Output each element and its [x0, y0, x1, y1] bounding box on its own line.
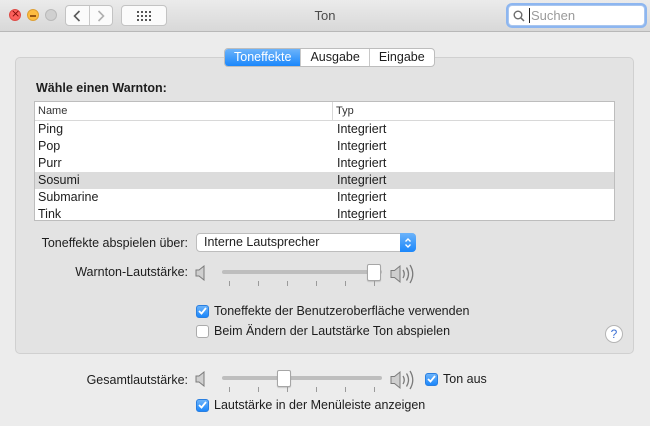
column-header-type[interactable]: Typ [333, 102, 354, 120]
row-type: Integriert [337, 173, 387, 187]
row-type: Integriert [337, 156, 387, 170]
table-row[interactable]: Ping Integriert [35, 121, 614, 138]
alert-sound-heading: Wähle einen Warnton: [36, 81, 167, 95]
checkmark-icon [425, 372, 438, 386]
table-row[interactable]: Tink Integriert [35, 206, 614, 221]
row-type: Integriert [337, 190, 387, 204]
table-row[interactable]: Purr Integriert [35, 155, 614, 172]
tab-sound-effects[interactable]: Toneffekte [225, 49, 301, 66]
speaker-low-icon [195, 371, 205, 387]
alert-volume-slider-knob[interactable] [367, 264, 381, 281]
tab-output[interactable]: Ausgabe [300, 49, 368, 66]
table-row-selected[interactable]: Sosumi Integriert [35, 172, 614, 189]
speaker-high-icon [390, 264, 414, 284]
row-name: Tink [38, 207, 62, 221]
tab-input[interactable]: Eingabe [368, 49, 434, 66]
row-name: Purr [38, 156, 62, 170]
ui-sound-effects-checkbox[interactable]: Toneffekte der Benutzeroberfläche verwen… [196, 304, 470, 318]
volume-feedback-checkbox[interactable]: Beim Ändern der Lautstärke Ton abspielen [196, 324, 450, 338]
output-device-label: Toneffekte abspielen über: [41, 236, 188, 250]
output-device-select[interactable]: Interne Lautsprecher [196, 233, 416, 252]
main-volume-slider[interactable] [222, 376, 382, 380]
ui-sound-effects-label: Toneffekte der Benutzeroberfläche verwen… [214, 304, 470, 318]
table-header: Name Typ [35, 102, 614, 121]
output-device-value: Interne Lautsprecher [204, 235, 320, 249]
row-name: Submarine [38, 190, 99, 204]
speaker-high-icon [390, 370, 414, 390]
alert-volume-label: Warnton-Lautstärke: [75, 265, 188, 279]
search-input[interactable] [529, 8, 639, 23]
main-volume-label: Gesamtlautstärke: [86, 373, 188, 387]
search-icon [513, 10, 525, 22]
search-field[interactable] [508, 5, 645, 26]
mute-label: Ton aus [443, 372, 487, 386]
column-header-name[interactable]: Name [35, 102, 333, 120]
checkbox-empty-icon [196, 324, 209, 338]
mute-checkbox[interactable]: Ton aus [425, 372, 487, 386]
show-volume-in-menubar-label: Lautstärke in der Menüleiste anzeigen [214, 398, 426, 412]
popup-arrows-icon [400, 233, 416, 252]
tab-bar: Toneffekte Ausgabe Eingabe [224, 48, 435, 67]
row-name: Ping [38, 122, 64, 136]
row-type: Integriert [337, 139, 387, 153]
row-name: Pop [38, 139, 61, 153]
main-volume-ticks [222, 387, 382, 393]
alert-sound-table[interactable]: Name Typ Ping Integriert Pop Integriert … [34, 101, 615, 221]
row-type: Integriert [337, 207, 387, 221]
alert-volume-slider[interactable] [222, 270, 382, 274]
help-button[interactable]: ? [605, 325, 623, 343]
row-name: Sosumi [38, 173, 80, 187]
title-bar: Ton [0, 0, 650, 32]
table-row[interactable]: Pop Integriert [35, 138, 614, 155]
speaker-low-icon [195, 265, 205, 281]
checkmark-icon [196, 398, 209, 412]
main-volume-slider-knob[interactable] [277, 370, 291, 387]
table-row[interactable]: Submarine Integriert [35, 189, 614, 206]
alert-volume-ticks [222, 281, 382, 287]
row-type: Integriert [337, 122, 387, 136]
show-volume-in-menubar-checkbox[interactable]: Lautstärke in der Menüleiste anzeigen [196, 398, 425, 412]
volume-feedback-label: Beim Ändern der Lautstärke Ton abspielen [214, 324, 451, 338]
checkmark-icon [196, 304, 209, 318]
